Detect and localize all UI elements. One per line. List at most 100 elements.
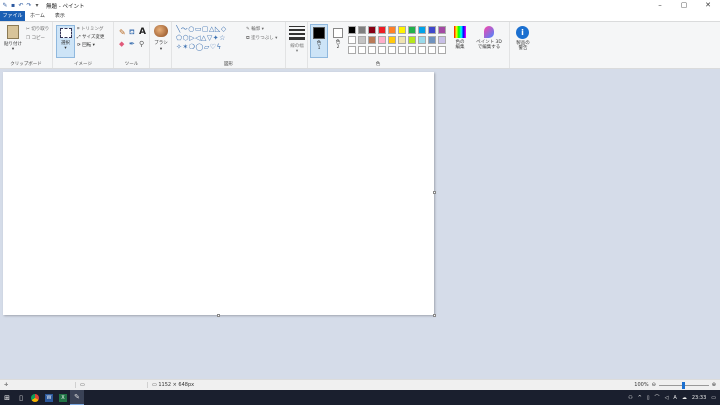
paint3d-icon	[484, 26, 494, 38]
palette-swatch[interactable]	[428, 36, 436, 44]
palette-swatch[interactable]	[398, 36, 406, 44]
ribbon-tabs: ファイル ホーム 表示	[0, 11, 720, 21]
palette-swatch[interactable]	[438, 36, 446, 44]
people-icon[interactable]: ⚇	[628, 395, 632, 401]
shapes-gallery[interactable]: ╲〜○▭▢△◺◇ ⬠⬡▷◁△▽✦☆ ✧✶❍◯▱♡ϟ	[176, 25, 244, 55]
zoom-in-icon[interactable]: ⊕	[712, 382, 716, 388]
text-icon[interactable]: A	[139, 27, 146, 37]
palette-swatch[interactable]	[408, 46, 416, 54]
palette-swatch[interactable]	[368, 36, 376, 44]
brushes-group[interactable]: ブラシ ▾	[150, 22, 172, 68]
palette-swatch[interactable]	[398, 46, 406, 54]
palette-swatch[interactable]	[398, 26, 406, 34]
color2-swatch	[333, 28, 343, 38]
palette-swatch[interactable]	[408, 36, 416, 44]
palette-swatch[interactable]	[418, 26, 426, 34]
palette-swatch[interactable]	[378, 36, 386, 44]
palette-swatch[interactable]	[348, 46, 356, 54]
clipboard-icon	[7, 25, 19, 39]
close-button[interactable]: ✕	[696, 0, 720, 11]
taskbar-excel[interactable]: X	[56, 390, 70, 405]
color2-button[interactable]: 色 2	[330, 24, 346, 58]
palette-swatch[interactable]	[418, 36, 426, 44]
network-icon[interactable]: ⌒	[655, 394, 660, 401]
pencil-icon[interactable]: ✎	[119, 28, 126, 37]
copy-button[interactable]: ❐ コピー	[26, 35, 45, 41]
palette-swatch[interactable]	[428, 46, 436, 54]
palette-swatch[interactable]	[408, 26, 416, 34]
taskbar-word[interactable]: W	[42, 390, 56, 405]
palette-swatch[interactable]	[378, 26, 386, 34]
tab-file[interactable]: ファイル	[0, 11, 25, 21]
select-button[interactable]: 選択 ▾	[56, 25, 75, 58]
product-alert-button[interactable]: i 製品の 警告	[510, 22, 536, 68]
start-button[interactable]: ⊞	[0, 390, 14, 405]
shape-fill-button[interactable]: ⛾ 塗りつぶし ▾	[246, 35, 277, 42]
notifications-icon[interactable]: ▭	[711, 395, 716, 401]
taskbar-paint[interactable]: ✎	[70, 390, 84, 405]
tab-view[interactable]: 表示	[50, 11, 70, 21]
window-controls: – ▢ ✕	[648, 0, 720, 11]
palette-swatch[interactable]	[388, 46, 396, 54]
magnifier-icon[interactable]: ⚲	[139, 40, 144, 48]
palette-swatch[interactable]	[358, 26, 366, 34]
size-button[interactable]: 線の幅 ▾	[286, 22, 308, 68]
palette-swatch[interactable]	[368, 26, 376, 34]
rotate-button[interactable]: ⟳ 回転 ▾	[77, 42, 95, 48]
canvas-resize-handle-right[interactable]	[433, 191, 436, 194]
volume-icon[interactable]: ◁	[665, 395, 669, 401]
color1-button[interactable]: 色 1	[310, 24, 328, 58]
color-picker-icon[interactable]: ✒	[129, 40, 135, 48]
palette-swatch[interactable]	[438, 26, 446, 34]
resize-button[interactable]: ⤢ サイズ変更	[77, 34, 104, 40]
canvas-resize-handle-bottom[interactable]	[217, 314, 220, 317]
drawing-canvas[interactable]	[3, 72, 434, 315]
undo-icon[interactable]: ↶	[18, 2, 24, 9]
maximize-button[interactable]: ▢	[672, 0, 696, 11]
shape-outline-button[interactable]: ✎ 輪郭 ▾	[246, 26, 264, 32]
palette-swatch[interactable]	[388, 36, 396, 44]
zoom-controls: 100% ⊖ ⊕	[634, 381, 716, 389]
palette-swatch[interactable]	[428, 26, 436, 34]
save-icon[interactable]: ▪	[10, 2, 16, 9]
zoom-out-icon[interactable]: ⊖	[652, 382, 656, 388]
ime-indicator[interactable]: A	[673, 395, 676, 401]
crop-button[interactable]: ⌗ トリミング	[77, 26, 103, 32]
palette-swatch[interactable]	[438, 46, 446, 54]
fill-bucket-icon[interactable]: ⛾	[129, 28, 135, 37]
palette-swatch[interactable]	[418, 46, 426, 54]
palette-swatch[interactable]	[388, 26, 396, 34]
palette-swatch[interactable]	[358, 46, 366, 54]
chevron-down-icon: ▾	[64, 46, 67, 51]
show-hidden-icons-chevron[interactable]: ^	[638, 395, 642, 401]
palette-swatch[interactable]	[368, 46, 376, 54]
crosshair-icon: ✛	[4, 382, 9, 388]
zoom-slider[interactable]	[658, 381, 709, 389]
cut-button[interactable]: ✂ 切り取り	[26, 26, 49, 32]
paste-button[interactable]: 貼り付け ▾	[2, 25, 24, 52]
paint-icon: ✎	[74, 393, 80, 401]
canvas-resize-handle-corner[interactable]	[433, 314, 436, 317]
eraser-icon[interactable]: ◆	[119, 40, 124, 48]
fill-icon: ⛾	[246, 36, 250, 41]
info-icon: i	[516, 26, 529, 39]
tab-home[interactable]: ホーム	[25, 11, 50, 21]
palette-swatch[interactable]	[348, 36, 356, 44]
clipboard-group: 貼り付け ▾ ✂ 切り取り ❐ コピー クリップボード	[0, 22, 53, 68]
customize-dropdown-icon[interactable]: ▾	[34, 2, 40, 9]
palette-swatch[interactable]	[348, 26, 356, 34]
battery-icon[interactable]: ▯	[647, 395, 650, 401]
edit-colors-button[interactable]: 色の 編集	[451, 24, 469, 58]
selection-size: ▭	[75, 382, 147, 388]
minimize-button[interactable]: –	[648, 0, 672, 11]
palette-swatch[interactable]	[358, 36, 366, 44]
taskbar-chrome[interactable]	[28, 390, 42, 405]
zoom-slider-thumb[interactable]	[681, 381, 685, 389]
title-bar: ✎ ▪ ↶ ↷ ▾ 無題 - ペイント – ▢ ✕	[0, 0, 720, 11]
paint3d-button[interactable]: ペイント 3D で編集する	[471, 24, 507, 58]
onedrive-icon[interactable]: ☁	[682, 395, 687, 401]
palette-swatch[interactable]	[378, 46, 386, 54]
redo-icon[interactable]: ↷	[26, 2, 32, 9]
clock[interactable]: 23:33	[692, 395, 706, 401]
task-view-button[interactable]: ▯	[14, 390, 28, 405]
